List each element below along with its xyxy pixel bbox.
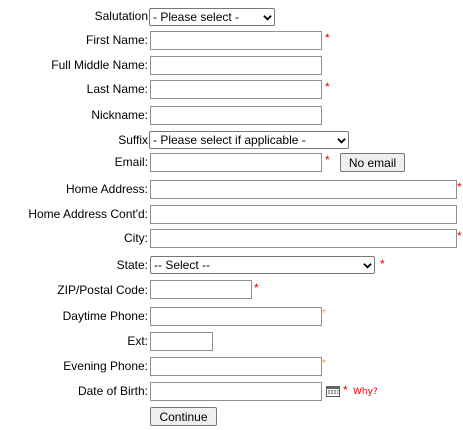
- city-input[interactable]: [150, 229, 457, 248]
- home-address2-label: Home Address Cont'd:: [28, 207, 148, 221]
- first-name-label: First Name:: [85, 33, 148, 47]
- required-marker: *: [325, 80, 330, 94]
- email-label: Email:: [114, 155, 148, 169]
- first-name-input[interactable]: [150, 31, 322, 50]
- chevron-down-icon: [337, 137, 346, 144]
- salutation-label: Salutation: [94, 9, 148, 23]
- suffix-select[interactable]: - Please select if applicable -: [149, 131, 349, 149]
- required-marker: *: [254, 281, 259, 295]
- home-address-label: Home Address:: [65, 182, 148, 196]
- no-email-button[interactable]: No email: [340, 153, 405, 172]
- email-input[interactable]: [150, 153, 322, 172]
- ext-input[interactable]: [150, 332, 213, 351]
- city-label: City:: [124, 231, 148, 245]
- evening-phone-input[interactable]: [150, 357, 322, 376]
- evening-phone-label: Evening Phone:: [63, 359, 148, 373]
- state-label: State:: [116, 258, 148, 272]
- suffix-label: Suffix: [118, 133, 148, 147]
- required-marker: *: [343, 383, 348, 397]
- last-name-input[interactable]: [150, 80, 322, 99]
- calendar-icon[interactable]: [326, 386, 340, 397]
- salutation-value: - Please select -: [153, 10, 240, 24]
- middle-name-label: Full Middle Name:: [51, 58, 148, 72]
- zip-input[interactable]: [150, 280, 252, 299]
- optional-marker: *: [322, 358, 326, 369]
- last-name-label: Last Name:: [86, 82, 148, 96]
- state-select[interactable]: -- Select --: [150, 256, 375, 274]
- middle-name-input[interactable]: [150, 56, 322, 75]
- why-link[interactable]: Why?: [353, 387, 378, 397]
- dob-input[interactable]: [150, 382, 322, 401]
- required-marker: *: [380, 257, 385, 271]
- nickname-label: Nickname:: [91, 108, 148, 122]
- home-address-input[interactable]: [150, 180, 457, 199]
- ext-label: Ext:: [127, 334, 148, 348]
- required-marker: *: [457, 180, 462, 194]
- required-marker: *: [325, 153, 330, 167]
- daytime-phone-input[interactable]: [150, 307, 322, 326]
- chevron-down-icon: [263, 14, 272, 21]
- dob-label: Date of Birth:: [77, 384, 148, 398]
- home-address2-input[interactable]: [150, 205, 457, 224]
- nickname-input[interactable]: [150, 106, 322, 125]
- optional-marker: *: [322, 308, 326, 319]
- required-marker: *: [325, 31, 330, 45]
- zip-label: ZIP/Postal Code:: [57, 283, 148, 297]
- chevron-down-icon: [363, 262, 372, 269]
- continue-button[interactable]: Continue: [150, 407, 217, 426]
- state-value: -- Select --: [154, 258, 211, 272]
- daytime-phone-label: Daytime Phone:: [62, 309, 148, 323]
- suffix-value: - Please select if applicable -: [153, 133, 306, 147]
- required-marker: *: [457, 229, 462, 243]
- salutation-select[interactable]: - Please select -: [149, 8, 275, 26]
